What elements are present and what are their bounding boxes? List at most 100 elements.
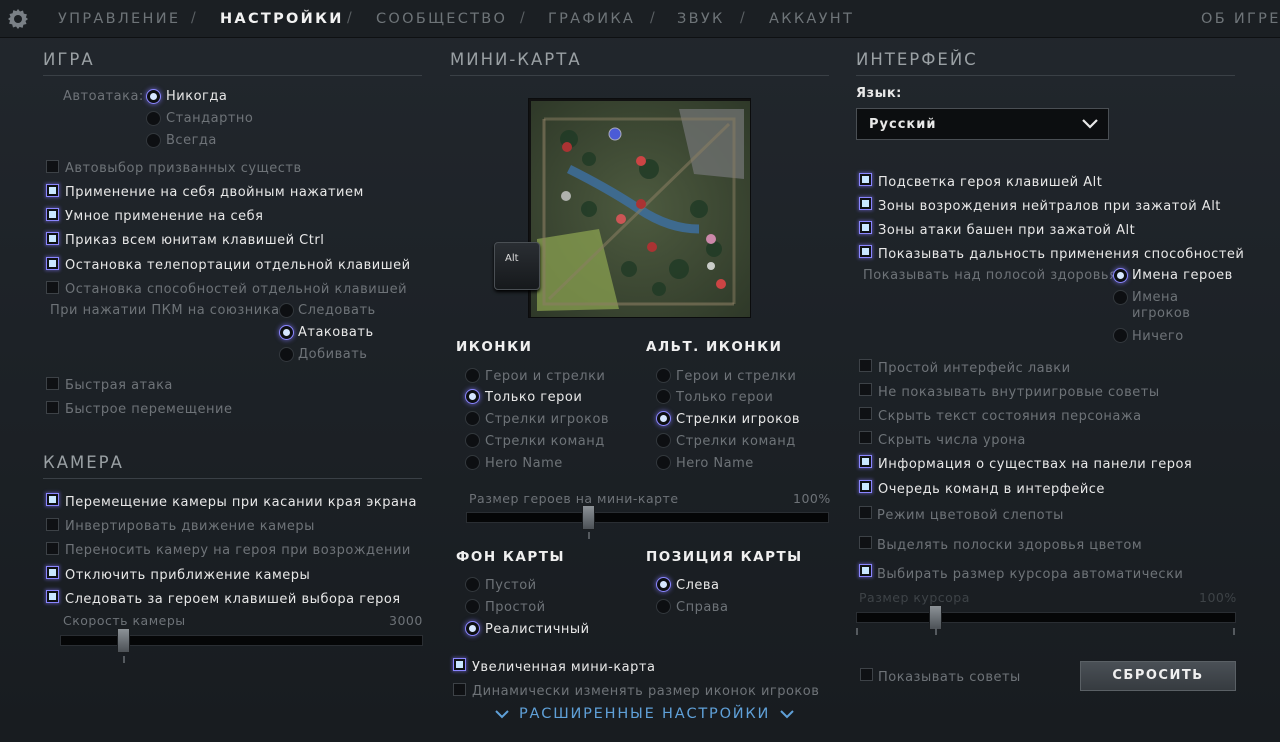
advanced-settings-link[interactable]: РАСШИРЕННЫЕ НАСТРОЙКИ — [495, 706, 794, 722]
alt-icons-player-arrows-radio[interactable] — [656, 411, 671, 426]
radio-label: Герои и стрелки — [676, 369, 797, 384]
cursor-size-slider-handle[interactable] — [929, 605, 942, 630]
invert-camera-checkbox[interactable] — [46, 518, 59, 531]
minimap-preview — [528, 98, 751, 318]
show-tips-checkbox[interactable] — [860, 668, 873, 681]
hide-tips-checkbox[interactable] — [859, 383, 872, 396]
simple-shop-checkbox[interactable] — [859, 359, 872, 372]
hide-status-text-checkbox[interactable] — [859, 407, 872, 420]
disable-zoom-checkbox[interactable] — [46, 566, 59, 579]
checkbox-label: Инвертировать движение камеры — [65, 519, 315, 534]
alt-icons-heroes-arrows-radio[interactable] — [656, 368, 671, 383]
hero-size-slider[interactable] — [466, 512, 829, 523]
cast-range-checkbox[interactable] — [859, 245, 872, 258]
cursor-size-slider[interactable] — [856, 612, 1236, 623]
large-minimap-checkbox[interactable] — [453, 658, 466, 671]
smart-self-cast-checkbox[interactable] — [46, 208, 59, 221]
icons-heroes-only-radio[interactable] — [465, 389, 480, 404]
icons-player-arrows-radio[interactable] — [465, 411, 480, 426]
autoattack-standard-label: Стандартно — [166, 111, 254, 126]
alt-icons-hero-name-radio[interactable] — [656, 455, 671, 470]
rightclick-follow-label: Следовать — [298, 303, 376, 318]
background-empty-radio[interactable] — [465, 577, 480, 592]
rightclick-attack-radio[interactable] — [279, 325, 294, 340]
rightclick-follow-radio[interactable] — [279, 303, 294, 318]
dynamic-icon-size-checkbox[interactable] — [453, 683, 466, 696]
position-right-radio[interactable] — [656, 599, 671, 614]
background-simple-radio[interactable] — [465, 599, 480, 614]
camera-speed-slider-handle[interactable] — [117, 628, 130, 653]
language-value: Русский — [869, 117, 937, 132]
ctrl-all-units-checkbox[interactable] — [46, 232, 59, 245]
nav-separator: / — [520, 10, 525, 26]
follow-hero-checkbox[interactable] — [46, 590, 59, 603]
quick-move-checkbox[interactable] — [46, 401, 59, 414]
healthbar-hero-names-radio[interactable] — [1113, 268, 1128, 283]
language-dropdown[interactable]: Русский — [856, 108, 1109, 140]
tab-account[interactable]: АККАУНТ — [769, 11, 854, 27]
tower-range-checkbox[interactable] — [859, 221, 872, 234]
ability-stop-checkbox[interactable] — [46, 281, 59, 294]
checkbox-label: Отключить приближение камеры — [65, 568, 311, 583]
autoattack-always-label: Всегда — [166, 133, 217, 148]
colored-healthbars-checkbox[interactable] — [859, 536, 872, 549]
radio-label: Справа — [676, 600, 729, 615]
radio-label: Стрелки игроков — [676, 412, 801, 427]
reset-button[interactable]: СБРОСИТЬ — [1080, 661, 1236, 691]
tab-settings[interactable]: НАСТРОЙКИ — [220, 11, 344, 27]
auto-cursor-size-checkbox[interactable] — [859, 564, 872, 577]
nav-separator: / — [650, 10, 655, 26]
checkbox-label: Переносить камеру на героя при возрожден… — [65, 543, 411, 558]
gear-icon[interactable] — [6, 7, 30, 31]
autoattack-standard-radio[interactable] — [146, 111, 161, 126]
camera-speed-slider[interactable] — [60, 635, 423, 646]
radio-label: Имена героев — [1132, 268, 1233, 283]
icons-heading: ИКОНКИ — [456, 339, 533, 355]
icons-hero-name-radio[interactable] — [465, 455, 480, 470]
teleport-stop-checkbox[interactable] — [46, 257, 59, 270]
rightclick-deny-radio[interactable] — [279, 347, 294, 362]
cursor-size-value: 100% — [1199, 590, 1237, 605]
position-left-radio[interactable] — [656, 577, 671, 592]
about-link[interactable]: ОБ ИГРЕ — [1201, 11, 1280, 27]
hero-size-label: Размер героев на мини-карте — [469, 491, 679, 506]
unit-info-checkbox[interactable] — [859, 455, 872, 468]
checkbox-label: Режим цветовой слепоты — [877, 508, 1064, 523]
tab-graphics[interactable]: ГРАФИКА — [548, 11, 635, 27]
hero-size-slider-handle[interactable] — [582, 505, 595, 530]
icons-team-arrows-radio[interactable] — [465, 433, 480, 448]
quick-attack-checkbox[interactable] — [46, 377, 59, 390]
healthbar-nothing-radio[interactable] — [1113, 328, 1128, 343]
alt-icons-heroes-only-radio[interactable] — [656, 389, 671, 404]
alt-hero-highlight-checkbox[interactable] — [859, 173, 872, 186]
autoattack-never-radio[interactable] — [146, 89, 161, 104]
radio-label: Стрелки команд — [676, 434, 796, 449]
alt-key-button[interactable]: Alt — [494, 242, 540, 290]
cursor-size-label: Размер курсора — [859, 590, 970, 605]
checkbox-label: Простой интерфейс лавки — [878, 361, 1071, 376]
tab-controls[interactable]: УПРАВЛЕНИЕ — [58, 11, 180, 27]
alt-icons-team-arrows-radio[interactable] — [656, 433, 671, 448]
auto-select-summons-checkbox[interactable] — [46, 160, 59, 173]
alt-key-label: Alt — [505, 253, 519, 264]
icons-heroes-arrows-radio[interactable] — [465, 368, 480, 383]
tab-community[interactable]: СООБЩЕСТВО — [376, 11, 507, 27]
radio-label: Только герои — [676, 390, 774, 405]
radio-label: Имена игроков — [1132, 290, 1191, 321]
tab-sound[interactable]: ЗВУК — [677, 11, 725, 27]
camera-on-respawn-checkbox[interactable] — [46, 542, 59, 555]
background-realistic-radio[interactable] — [465, 621, 480, 636]
rightclick-attack-label: Атаковать — [298, 325, 374, 340]
checkbox-label: Остановка телепортации отдельной клавише… — [65, 258, 411, 273]
neutral-spawn-zones-checkbox[interactable] — [859, 197, 872, 210]
checkbox-label: Не показывать внутриигровые советы — [878, 385, 1160, 400]
autoattack-always-radio[interactable] — [146, 133, 161, 148]
colorblind-mode-checkbox[interactable] — [859, 506, 872, 519]
slider-tick — [588, 532, 590, 539]
checkbox-label: Показывать советы — [878, 670, 1021, 685]
hide-damage-numbers-checkbox[interactable] — [859, 431, 872, 444]
double-tap-self-cast-checkbox[interactable] — [46, 184, 59, 197]
command-queue-checkbox[interactable] — [859, 480, 872, 493]
edge-pan-checkbox[interactable] — [46, 493, 59, 506]
healthbar-player-names-radio[interactable] — [1113, 290, 1128, 305]
